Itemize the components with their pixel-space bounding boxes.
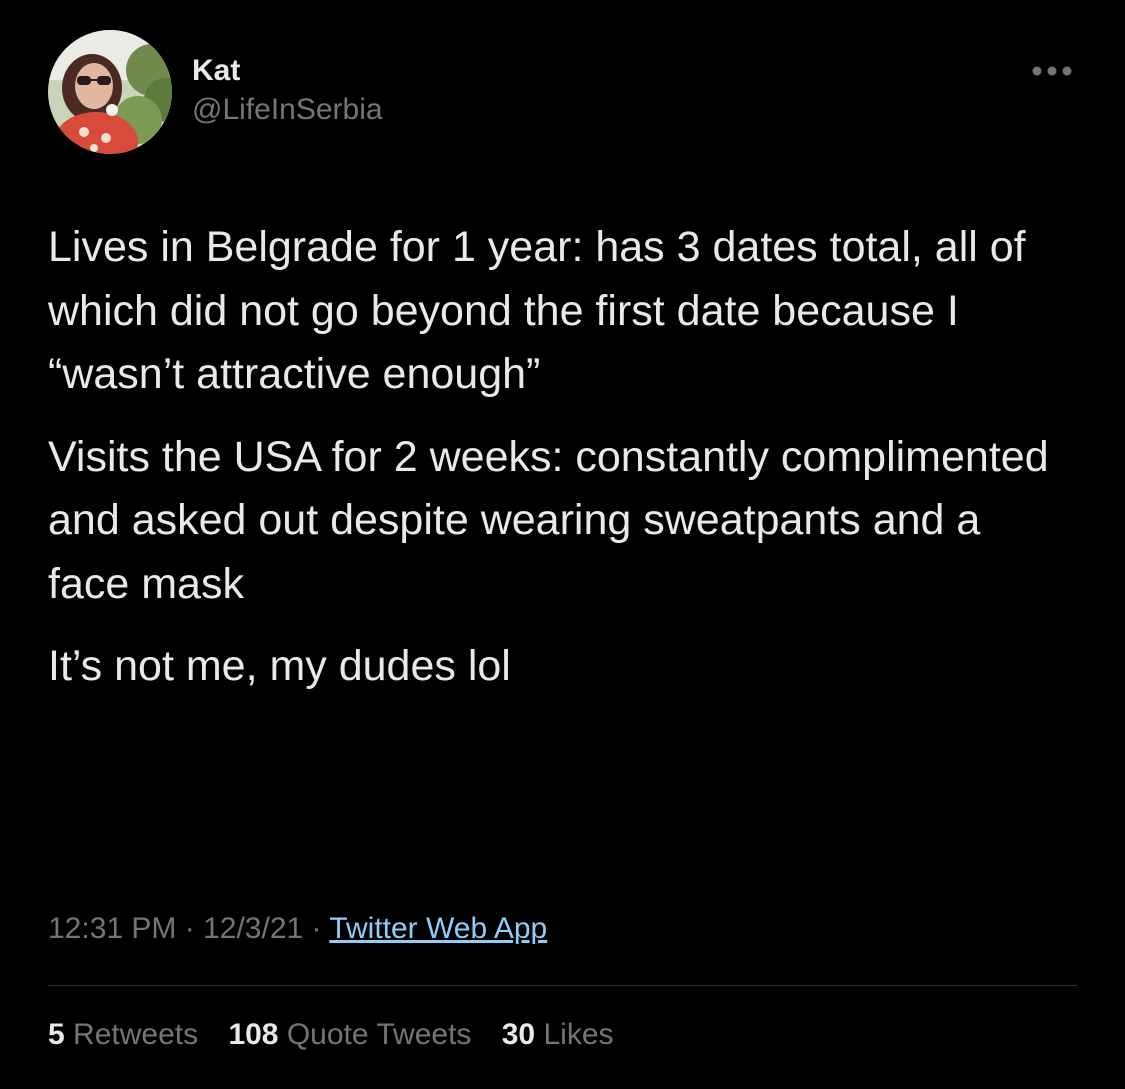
retweets-label: Retweets [73,1018,199,1051]
retweets-count: 5 [48,1018,65,1051]
meta-separator: · [303,912,330,945]
quote-tweets-stat[interactable]: 108 Quote Tweets [228,1018,471,1051]
tweet-source-link[interactable]: Twitter Web App [329,912,547,945]
likes-count: 30 [501,1018,536,1051]
avatar[interactable] [48,30,172,154]
tweet-time[interactable]: 12:31 PM [48,912,176,945]
divider [48,985,1077,986]
retweets-stat[interactable]: 5 Retweets [48,1018,198,1051]
tweet-paragraph: It’s not me, my dudes lol [48,642,511,690]
tweet-text: Lives in Belgrade for 1 year: has 3 date… [48,216,1058,718]
more-options-icon[interactable] [1030,64,1074,78]
quote-tweets-label: Quote Tweets [286,1018,472,1051]
quote-tweets-count: 108 [228,1018,279,1051]
tweet-header: Kat @LifeInSerbia [48,30,1078,156]
tweet-paragraph: Lives in Belgrade for 1 year: has 3 date… [48,223,1026,398]
author-handle[interactable]: @LifeInSerbia [192,90,383,130]
author-names: Kat @LifeInSerbia [192,52,383,130]
likes-stat[interactable]: 30 Likes [502,1018,614,1051]
likes-label: Likes [543,1018,614,1051]
meta-separator: · [176,912,204,945]
tweet-metadata: 12:31 PM · 12/3/21 · Twitter Web App [48,906,547,952]
tweet-date[interactable]: 12/3/21 [203,912,303,945]
tweet: Kat @LifeInSerbia Lives in Belgrade for … [0,0,1125,1089]
tweet-stats: 5 Retweets 108 Quote Tweets 30 Likes [48,1012,636,1058]
tweet-paragraph: Visits the USA for 2 weeks: constantly c… [48,432,1049,608]
author-display-name[interactable]: Kat [192,52,383,90]
avatar-photo [48,30,172,154]
